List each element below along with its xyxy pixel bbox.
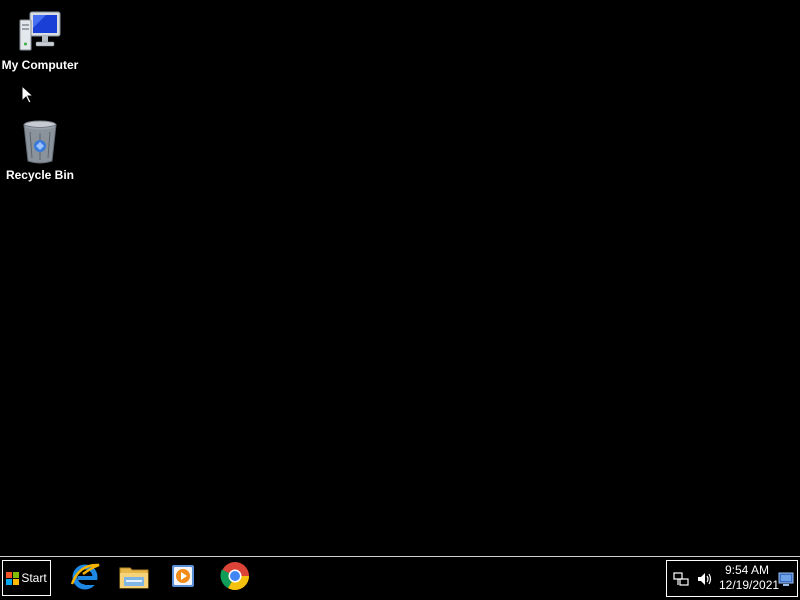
clock-date: 12/19/2021 bbox=[719, 578, 780, 592]
taskbar-chrome[interactable] bbox=[218, 561, 252, 595]
start-label: Start bbox=[21, 571, 47, 585]
chrome-icon bbox=[219, 560, 251, 597]
mouse-pointer-icon bbox=[21, 84, 35, 105]
file-explorer-icon bbox=[118, 560, 150, 597]
clock-time: 9:54 AM bbox=[724, 563, 769, 577]
taskbar: Start 9:54 AM 12/19/2021 bbox=[0, 556, 800, 600]
taskbar-media-player[interactable] bbox=[166, 561, 200, 595]
clock[interactable]: 9:54 AM 12/19/2021 bbox=[719, 563, 780, 593]
desktop-icon-label: Recycle Bin bbox=[5, 168, 75, 182]
network-icon[interactable] bbox=[673, 571, 689, 587]
show-desktop-icon[interactable] bbox=[778, 571, 794, 587]
desktop-icon-label: My Computer bbox=[1, 58, 79, 72]
volume-icon[interactable] bbox=[697, 571, 713, 587]
taskbar-file-explorer[interactable] bbox=[117, 561, 151, 595]
desktop-icon-recycle-bin[interactable]: Recycle Bin bbox=[0, 118, 80, 182]
windows-logo-icon bbox=[6, 571, 20, 585]
recycle-bin-icon bbox=[16, 118, 64, 166]
desktop-icon-my-computer[interactable]: My Computer bbox=[0, 8, 80, 72]
system-tray: 9:54 AM 12/19/2021 bbox=[666, 560, 798, 597]
computer-icon bbox=[16, 8, 64, 56]
internet-explorer-icon bbox=[69, 560, 101, 597]
taskbar-internet-explorer[interactable] bbox=[68, 561, 102, 595]
desktop[interactable]: My Computer Recycle Bin bbox=[0, 0, 800, 556]
media-player-icon bbox=[167, 560, 199, 597]
start-button[interactable]: Start bbox=[2, 560, 51, 596]
